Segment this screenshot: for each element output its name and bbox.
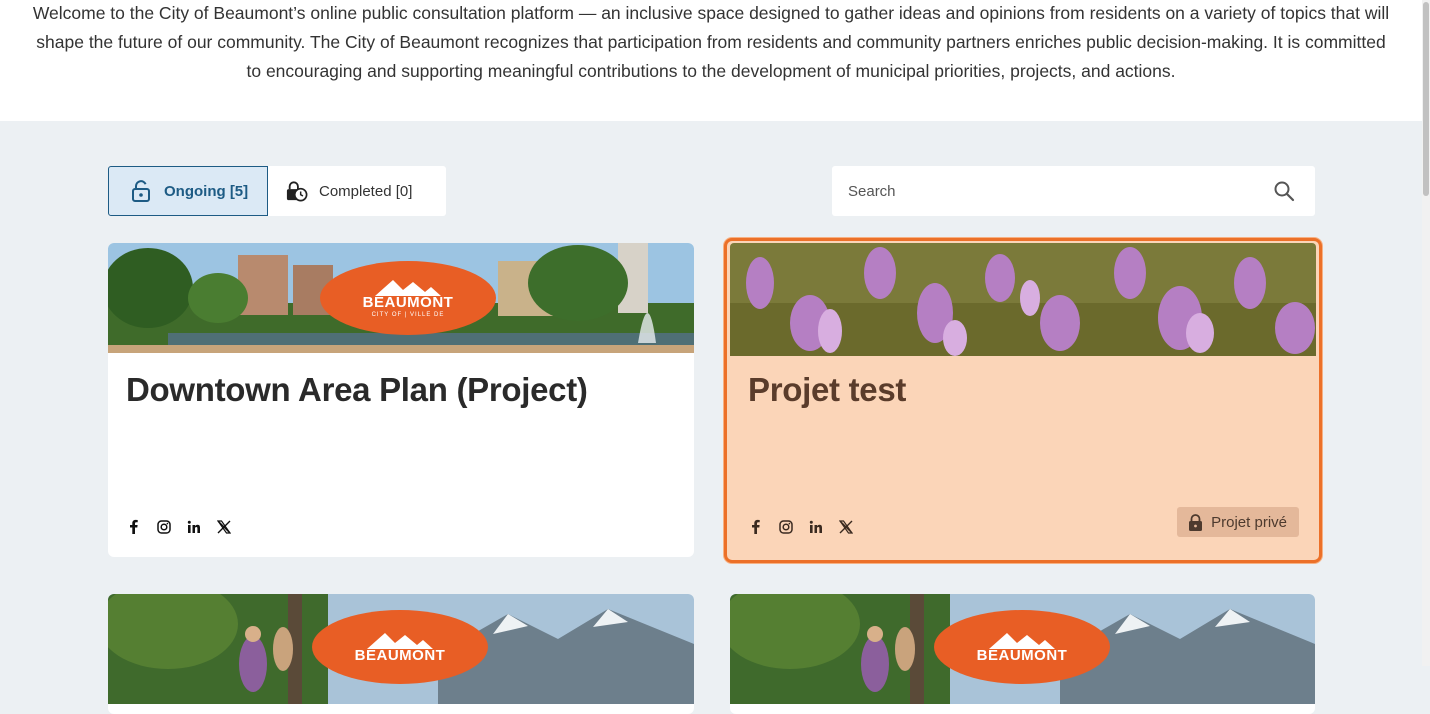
tab-completed[interactable]: Completed [0] [268, 166, 446, 216]
tab-ongoing[interactable]: Ongoing [5] [108, 166, 268, 216]
search-icon[interactable] [1273, 180, 1295, 202]
card-banner-image: BEAUMONT CITY OF | VILLE DE [108, 243, 694, 353]
facebook-icon[interactable] [747, 518, 764, 535]
scrollbar-thumb[interactable] [1423, 2, 1429, 196]
tab-completed-label: Completed [0] [319, 182, 413, 200]
project-card-highlighted[interactable]: Projet test Projet privé [724, 238, 1322, 563]
social-share [125, 518, 232, 535]
private-project-badge: Projet privé [1177, 507, 1299, 537]
tab-ongoing-label: Ongoing [5] [164, 182, 249, 200]
lock-open-icon [131, 180, 153, 202]
facebook-icon[interactable] [125, 518, 142, 535]
logo-word: BEAUMONT [362, 294, 454, 311]
beaumont-logo: BEAUMONT [312, 610, 488, 684]
card-title[interactable]: Projet test [748, 371, 906, 409]
intro-text: Welcome to the City of Beaumont’s online… [32, 3, 1390, 81]
search-box [832, 166, 1315, 216]
page-scrollbar[interactable] [1422, 0, 1430, 666]
card-banner-image: BEAUMONT [730, 594, 1315, 704]
x-icon[interactable] [837, 518, 854, 535]
card-banner-image: BEAUMONT [108, 594, 694, 704]
search-input[interactable] [846, 181, 1273, 201]
card-title[interactable]: Downtown Area Plan (Project) [126, 371, 588, 409]
project-card[interactable]: BEAUMONT [730, 594, 1315, 714]
beaumont-logo: BEAUMONT CITY OF | VILLE DE [320, 261, 496, 335]
x-icon[interactable] [215, 518, 232, 535]
beaumont-logo: BEAUMONT [934, 610, 1110, 684]
logo-subtext: CITY OF | VILLE DE [371, 312, 445, 318]
clock-lock-icon [286, 180, 308, 202]
card-banner-image [730, 243, 1316, 356]
project-card[interactable]: BEAUMONT [108, 594, 694, 714]
intro-section: Welcome to the City of Beaumont’s online… [0, 0, 1422, 121]
social-share [747, 518, 854, 535]
logo-word: BEAUMONT [354, 647, 446, 664]
project-card[interactable]: BEAUMONT CITY OF | VILLE DE Downtown Are… [108, 243, 694, 557]
linkedin-icon[interactable] [807, 518, 824, 535]
lock-icon [1189, 513, 1203, 531]
instagram-icon[interactable] [777, 518, 794, 535]
status-tabs: Ongoing [5] Completed [0] [108, 166, 446, 216]
instagram-icon[interactable] [155, 518, 172, 535]
logo-word: BEAUMONT [976, 647, 1068, 664]
linkedin-icon[interactable] [185, 518, 202, 535]
badge-label: Projet privé [1211, 513, 1287, 531]
